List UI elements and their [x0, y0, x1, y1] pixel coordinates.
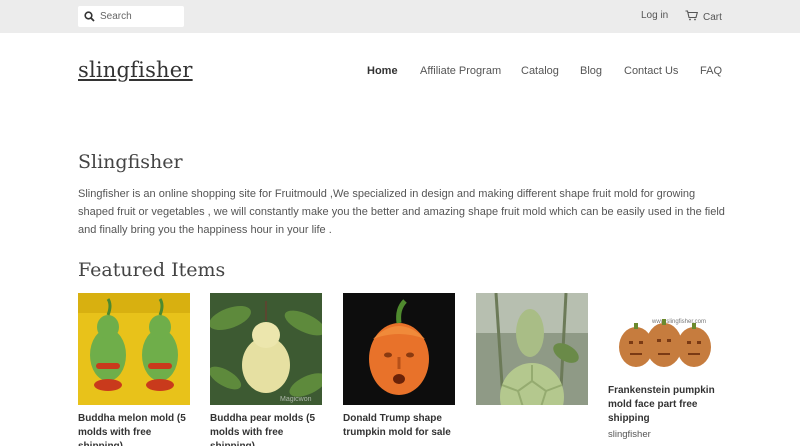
- product-card-buddha-pear[interactable]: Magicwon Buddha pear molds (5 molds with…: [210, 293, 322, 446]
- green-buddha-melons-icon[interactable]: [78, 293, 190, 405]
- product-card-frankenstein-pumpkin[interactable]: www.slingfisher.com Frankenstein pumpkin…: [608, 293, 720, 440]
- turtle-melon-icon[interactable]: [476, 293, 588, 405]
- svg-text:Magicwon: Magicwon: [280, 396, 312, 403]
- cart-link[interactable]: Cart: [685, 10, 722, 24]
- featured-items-title: Featured Items: [78, 259, 226, 281]
- login-link[interactable]: Log in: [641, 10, 668, 21]
- site-description: Slingfisher is an online shopping site f…: [78, 188, 725, 236]
- product-name[interactable]: Donald Trump shape trumpkin mold for sal…: [343, 412, 455, 440]
- nav-faq[interactable]: FAQ: [700, 65, 722, 77]
- page-title: Slingfisher: [78, 151, 183, 173]
- top-bar: Log in Cart: [0, 0, 800, 33]
- product-card-buddha-melon[interactable]: Buddha melon mold (5 molds with free shi…: [78, 293, 190, 446]
- nav-contact-us[interactable]: Contact Us: [624, 65, 678, 77]
- buddha-pear-icon[interactable]: Magicwon: [210, 293, 322, 405]
- product-name[interactable]: Buddha melon mold (5 molds with free shi…: [78, 412, 190, 446]
- product-name[interactable]: Buddha pear molds (5 molds with free shi…: [210, 412, 322, 446]
- search-input[interactable]: [100, 11, 180, 22]
- nav-home[interactable]: Home: [367, 65, 398, 77]
- site-logo[interactable]: slingfisher: [78, 58, 193, 82]
- product-name[interactable]: Frankenstein pumpkin mold face part free…: [608, 384, 720, 426]
- frankenstein-pumpkins-icon[interactable]: www.slingfisher.com: [608, 293, 720, 377]
- search-box[interactable]: [78, 6, 184, 27]
- product-card-trump-pumpkin[interactable]: Donald Trump shape trumpkin mold for sal…: [343, 293, 455, 440]
- product-card-turtle-melon[interactable]: [476, 293, 588, 405]
- product-vendor: slingfisher: [608, 429, 651, 440]
- nav-blog[interactable]: Blog: [580, 65, 602, 77]
- nav-affiliate-program[interactable]: Affiliate Program: [420, 65, 501, 77]
- trump-pumpkin-icon[interactable]: [343, 293, 455, 405]
- cart-label: Cart: [703, 11, 722, 23]
- cart-icon: [685, 10, 699, 24]
- search-icon[interactable]: [78, 11, 100, 22]
- nav-catalog[interactable]: Catalog: [521, 65, 559, 77]
